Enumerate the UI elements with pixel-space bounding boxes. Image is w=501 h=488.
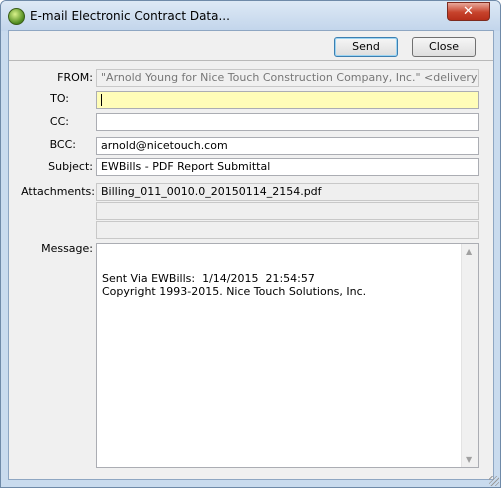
message-textarea[interactable]: Sent Via EWBills: 1/14/2015 21:54:57 Cop… (96, 243, 479, 468)
text-caret (101, 94, 102, 106)
bcc-label: BCC: (49, 138, 76, 151)
window-title: E-mail Electronic Contract Data... (30, 9, 230, 23)
attachment-item[interactable] (96, 202, 479, 220)
window-close-button[interactable]: ✕ (447, 2, 490, 21)
cc-label: CC: (49, 115, 69, 128)
app-icon (8, 8, 25, 25)
cc-field[interactable] (96, 113, 479, 131)
attachment-item[interactable]: Billing_011_0010.0_20150114_2154.pdf (96, 183, 479, 201)
close-button[interactable]: Close (412, 37, 476, 57)
scroll-down-arrow-icon[interactable]: ▼ (466, 455, 472, 464)
to-field[interactable] (96, 91, 479, 109)
bcc-field[interactable]: arnold@nicetouch.com (96, 137, 479, 155)
message-scrollbar[interactable]: ▲ ▼ (461, 244, 478, 467)
attachment-item[interactable] (96, 221, 479, 239)
from-label: FROM: (57, 71, 93, 84)
send-button[interactable]: Send (334, 37, 398, 57)
attachments-label: Attachments: (21, 185, 95, 198)
to-label: TO: (50, 92, 69, 105)
message-label: Message: (41, 242, 93, 255)
scroll-up-arrow-icon[interactable]: ▲ (466, 247, 472, 256)
email-dialog-window: E-mail Electronic Contract Data... ✕ Sen… (0, 0, 501, 488)
title-bar[interactable]: E-mail Electronic Contract Data... ✕ (1, 1, 500, 31)
message-text: Sent Via EWBills: 1/14/2015 21:54:57 Cop… (102, 272, 367, 298)
dialog-body: Send Close FROM: "Arnold Young for Nice … (8, 30, 494, 480)
resize-grip-icon[interactable] (489, 476, 499, 486)
from-field: "Arnold Young for Nice Touch Constructio… (96, 69, 479, 87)
toolbar-separator (9, 60, 493, 61)
subject-label: Subject: (48, 160, 93, 173)
subject-field[interactable]: EWBills - PDF Report Submittal (96, 158, 479, 176)
